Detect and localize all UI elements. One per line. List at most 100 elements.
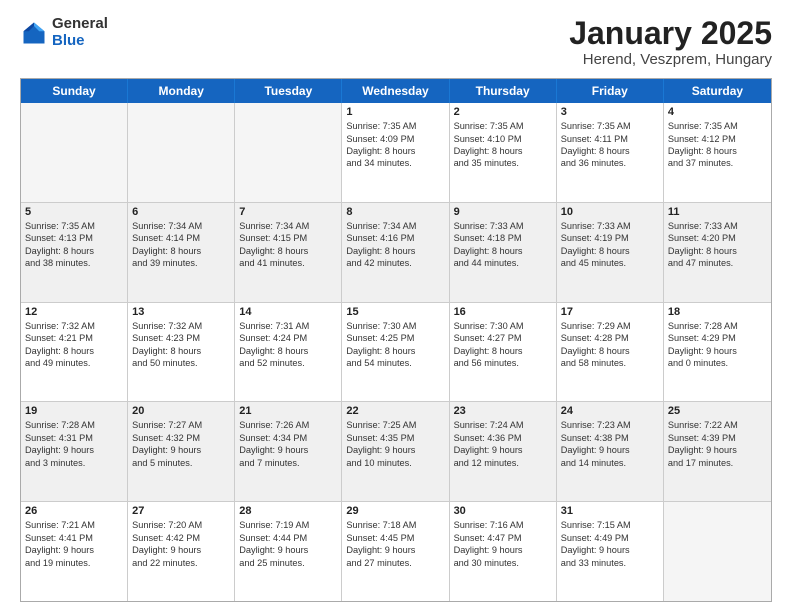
day-number: 16 bbox=[454, 306, 552, 318]
table-row: 8Sunrise: 7:34 AM Sunset: 4:16 PM Daylig… bbox=[342, 203, 449, 302]
header-thursday: Thursday bbox=[450, 79, 557, 103]
week-row-0: 1 Sunrise: 7:35 AM Sunset: 4:09 PM Daylig… bbox=[21, 103, 771, 203]
header-monday: Monday bbox=[128, 79, 235, 103]
table-row: 23 Sunrise: 7:24 AM Sunset: 4:36 PM Dayli… bbox=[450, 402, 557, 501]
table-row: 6 Sunrise: 7:34 AM Sunset: 4:14 PM Daylig… bbox=[128, 203, 235, 302]
header-sunday: Sunday bbox=[21, 79, 128, 103]
logo-general-text: General bbox=[52, 16, 108, 33]
day-info: Sunrise: 7:35 AM Sunset: 4:11 PM Dayligh… bbox=[561, 120, 659, 170]
day-info: Sunrise: 7:22 AM Sunset: 4:39 PM Dayligh… bbox=[668, 419, 767, 469]
table-row: 19Sunrise: 7:28 AM Sunset: 4:31 PM Dayli… bbox=[21, 402, 128, 501]
header-saturday: Saturday bbox=[664, 79, 771, 103]
table-row: 20 Sunrise: 7:27 AM Sunset: 4:32 PM Dayli… bbox=[128, 402, 235, 501]
day-number: 20 bbox=[132, 405, 230, 417]
day-info: Sunrise: 7:35 AM Sunset: 4:13 PM Dayligh… bbox=[25, 220, 123, 270]
day-number: 17 bbox=[561, 306, 659, 318]
day-number: 21 bbox=[239, 405, 337, 417]
day-info: Sunrise: 7:34 AM Sunset: 4:14 PM Dayligh… bbox=[132, 220, 230, 270]
day-info: Sunrise: 7:35 AM Sunset: 4:12 PM Dayligh… bbox=[668, 120, 767, 170]
day-number: 1 bbox=[346, 106, 444, 118]
day-number: 30 bbox=[454, 505, 552, 517]
header-friday: Friday bbox=[557, 79, 664, 103]
main-title: January 2025 bbox=[569, 16, 772, 51]
day-number: 18 bbox=[668, 306, 767, 318]
table-row: 15 Sunrise: 7:30 AM Sunset: 4:25 PM Dayli… bbox=[342, 303, 449, 402]
logo-text: General Blue bbox=[52, 16, 108, 49]
day-number: 6 bbox=[132, 206, 230, 218]
header-tuesday: Tuesday bbox=[235, 79, 342, 103]
table-row: 24Sunrise: 7:23 AM Sunset: 4:38 PM Dayli… bbox=[557, 402, 664, 501]
table-row: 10Sunrise: 7:33 AM Sunset: 4:19 PM Dayli… bbox=[557, 203, 664, 302]
day-number: 13 bbox=[132, 306, 230, 318]
header-wednesday: Wednesday bbox=[342, 79, 449, 103]
day-info: Sunrise: 7:28 AM Sunset: 4:31 PM Dayligh… bbox=[25, 419, 123, 469]
day-number: 15 bbox=[346, 306, 444, 318]
day-info: Sunrise: 7:27 AM Sunset: 4:32 PM Dayligh… bbox=[132, 419, 230, 469]
logo-blue-text: Blue bbox=[52, 33, 108, 50]
table-row bbox=[664, 502, 771, 601]
day-number: 7 bbox=[239, 206, 337, 218]
day-info: Sunrise: 7:18 AM Sunset: 4:45 PM Dayligh… bbox=[346, 519, 444, 569]
week-row-1: 5 Sunrise: 7:35 AM Sunset: 4:13 PM Daylig… bbox=[21, 203, 771, 303]
table-row: 11 Sunrise: 7:33 AM Sunset: 4:20 PM Dayli… bbox=[664, 203, 771, 302]
table-row bbox=[21, 103, 128, 202]
page: General Blue January 2025 Herend, Veszpr… bbox=[0, 0, 792, 612]
day-info: Sunrise: 7:16 AM Sunset: 4:47 PM Dayligh… bbox=[454, 519, 552, 569]
logo: General Blue bbox=[20, 16, 108, 49]
table-row: 26 Sunrise: 7:21 AM Sunset: 4:41 PM Dayli… bbox=[21, 502, 128, 601]
logo-icon bbox=[20, 19, 48, 47]
day-info: Sunrise: 7:34 AM Sunset: 4:15 PM Dayligh… bbox=[239, 220, 337, 270]
day-number: 5 bbox=[25, 206, 123, 218]
day-number: 9 bbox=[454, 206, 552, 218]
calendar: Sunday Monday Tuesday Wednesday Thursday… bbox=[20, 78, 772, 602]
week-row-3: 19Sunrise: 7:28 AM Sunset: 4:31 PM Dayli… bbox=[21, 402, 771, 502]
day-number: 14 bbox=[239, 306, 337, 318]
calendar-header: Sunday Monday Tuesday Wednesday Thursday… bbox=[21, 79, 771, 103]
day-info: Sunrise: 7:35 AM Sunset: 4:09 PM Dayligh… bbox=[346, 120, 444, 170]
day-info: Sunrise: 7:29 AM Sunset: 4:28 PM Dayligh… bbox=[561, 320, 659, 370]
day-info: Sunrise: 7:15 AM Sunset: 4:49 PM Dayligh… bbox=[561, 519, 659, 569]
subtitle: Herend, Veszprem, Hungary bbox=[569, 51, 772, 68]
table-row: 22 Sunrise: 7:25 AM Sunset: 4:35 PM Dayli… bbox=[342, 402, 449, 501]
day-number: 22 bbox=[346, 405, 444, 417]
table-row: 1 Sunrise: 7:35 AM Sunset: 4:09 PM Daylig… bbox=[342, 103, 449, 202]
day-number: 31 bbox=[561, 505, 659, 517]
day-number: 25 bbox=[668, 405, 767, 417]
day-number: 10 bbox=[561, 206, 659, 218]
day-info: Sunrise: 7:33 AM Sunset: 4:20 PM Dayligh… bbox=[668, 220, 767, 270]
title-block: January 2025 Herend, Veszprem, Hungary bbox=[569, 16, 772, 68]
table-row: 25 Sunrise: 7:22 AM Sunset: 4:39 PM Dayli… bbox=[664, 402, 771, 501]
day-info: Sunrise: 7:32 AM Sunset: 4:21 PM Dayligh… bbox=[25, 320, 123, 370]
day-info: Sunrise: 7:25 AM Sunset: 4:35 PM Dayligh… bbox=[346, 419, 444, 469]
day-info: Sunrise: 7:33 AM Sunset: 4:18 PM Dayligh… bbox=[454, 220, 552, 270]
table-row: 29 Sunrise: 7:18 AM Sunset: 4:45 PM Dayli… bbox=[342, 502, 449, 601]
table-row: 12 Sunrise: 7:32 AM Sunset: 4:21 PM Dayli… bbox=[21, 303, 128, 402]
table-row: 13Sunrise: 7:32 AM Sunset: 4:23 PM Dayli… bbox=[128, 303, 235, 402]
day-number: 11 bbox=[668, 206, 767, 218]
day-number: 28 bbox=[239, 505, 337, 517]
table-row: 7 Sunrise: 7:34 AM Sunset: 4:15 PM Daylig… bbox=[235, 203, 342, 302]
day-number: 12 bbox=[25, 306, 123, 318]
day-number: 3 bbox=[561, 106, 659, 118]
day-number: 26 bbox=[25, 505, 123, 517]
day-number: 29 bbox=[346, 505, 444, 517]
day-info: Sunrise: 7:26 AM Sunset: 4:34 PM Dayligh… bbox=[239, 419, 337, 469]
table-row: 3 Sunrise: 7:35 AM Sunset: 4:11 PM Daylig… bbox=[557, 103, 664, 202]
table-row bbox=[128, 103, 235, 202]
table-row: 21 Sunrise: 7:26 AM Sunset: 4:34 PM Dayli… bbox=[235, 402, 342, 501]
day-info: Sunrise: 7:28 AM Sunset: 4:29 PM Dayligh… bbox=[668, 320, 767, 370]
day-info: Sunrise: 7:21 AM Sunset: 4:41 PM Dayligh… bbox=[25, 519, 123, 569]
table-row: 28Sunrise: 7:19 AM Sunset: 4:44 PM Dayli… bbox=[235, 502, 342, 601]
table-row: 17 Sunrise: 7:29 AM Sunset: 4:28 PM Dayli… bbox=[557, 303, 664, 402]
day-number: 23 bbox=[454, 405, 552, 417]
header: General Blue January 2025 Herend, Veszpr… bbox=[20, 16, 772, 68]
table-row: 14Sunrise: 7:31 AM Sunset: 4:24 PM Dayli… bbox=[235, 303, 342, 402]
table-row: 30 Sunrise: 7:16 AM Sunset: 4:47 PM Dayli… bbox=[450, 502, 557, 601]
table-row: 9 Sunrise: 7:33 AM Sunset: 4:18 PM Daylig… bbox=[450, 203, 557, 302]
table-row: 5 Sunrise: 7:35 AM Sunset: 4:13 PM Daylig… bbox=[21, 203, 128, 302]
day-info: Sunrise: 7:30 AM Sunset: 4:25 PM Dayligh… bbox=[346, 320, 444, 370]
table-row: 4 Sunrise: 7:35 AM Sunset: 4:12 PM Daylig… bbox=[664, 103, 771, 202]
day-info: Sunrise: 7:24 AM Sunset: 4:36 PM Dayligh… bbox=[454, 419, 552, 469]
day-info: Sunrise: 7:35 AM Sunset: 4:10 PM Dayligh… bbox=[454, 120, 552, 170]
day-number: 4 bbox=[668, 106, 767, 118]
